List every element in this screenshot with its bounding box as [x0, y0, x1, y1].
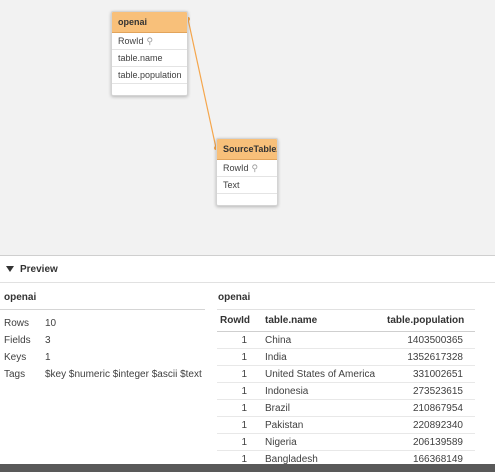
- meta-row-tags: Tags $key $numeric $integer $ascii $text: [4, 369, 202, 380]
- meta-value: 1: [45, 352, 51, 363]
- cell-population: 206139589: [381, 433, 475, 451]
- table-header-row: RowId table.name table.population: [217, 309, 475, 332]
- bottom-toolbar: [0, 464, 495, 472]
- cell-rowid: 1: [217, 399, 260, 417]
- table-field-rowid[interactable]: RowId ⚲: [112, 33, 187, 50]
- cell-rowid: 1: [217, 416, 260, 434]
- cell-population: 1403500365: [381, 331, 475, 349]
- association-link: [186, 17, 218, 150]
- preview-header[interactable]: Preview: [0, 255, 495, 283]
- meta-row-keys: Keys 1: [4, 352, 51, 363]
- meta-label: Keys: [4, 352, 27, 363]
- meta-label: Fields: [4, 335, 31, 346]
- column-header-table-name[interactable]: table.name: [260, 309, 381, 332]
- column-header-rowid[interactable]: RowId: [217, 309, 260, 332]
- field-label: RowId: [118, 36, 144, 46]
- cell-rowid: 1: [217, 331, 260, 349]
- cell-name: Pakistan: [260, 416, 381, 434]
- table-card-title[interactable]: SourceTable2: [217, 139, 277, 160]
- meta-label: Tags: [4, 369, 26, 380]
- table-card-footer: [217, 194, 277, 205]
- meta-row-fields: Fields 3: [4, 335, 51, 346]
- cell-population: 166368149: [381, 450, 475, 464]
- cell-population: 220892340: [381, 416, 475, 434]
- cell-name: Indonesia: [260, 382, 381, 400]
- column-header-table-population[interactable]: table.population: [381, 309, 475, 332]
- table-card-title[interactable]: openai: [112, 12, 187, 33]
- table-field-name[interactable]: table.name: [112, 50, 187, 67]
- cell-name: United States of America: [260, 365, 381, 383]
- cell-population: 331002651: [381, 365, 475, 383]
- table-row: 1 China 1403500365: [217, 331, 475, 349]
- key-icon: ⚲: [146, 36, 154, 46]
- meta-row-rows: Rows 10: [4, 318, 56, 329]
- table-row: 1 India 1352617328: [217, 348, 475, 366]
- table-row: 1 Pakistan 220892340: [217, 416, 475, 434]
- divider: [0, 309, 205, 310]
- cell-rowid: 1: [217, 365, 260, 383]
- data-preview-panel: openai RowId table.name table.population…: [217, 283, 495, 464]
- meta-value: $key $numeric $integer $ascii $text: [45, 369, 202, 380]
- table-row: 1 United States of America 331002651: [217, 365, 475, 383]
- cell-name: Nigeria: [260, 433, 381, 451]
- cell-population: 210867954: [381, 399, 475, 417]
- table-card-sourcetable2[interactable]: SourceTable2 RowId ⚲ Text: [216, 138, 278, 206]
- table-row: 1 Nigeria 206139589: [217, 433, 475, 451]
- cell-rowid: 1: [217, 433, 260, 451]
- preview-title: Preview: [20, 263, 58, 275]
- key-icon: ⚲: [251, 163, 259, 173]
- table-card-openai[interactable]: openai RowId ⚲ table.name table.populatio…: [111, 11, 188, 96]
- table-row: 1 Indonesia 273523615: [217, 382, 475, 400]
- table-row: 1 Brazil 210867954: [217, 399, 475, 417]
- cell-name: Brazil: [260, 399, 381, 417]
- metadata-table-name: openai: [4, 292, 37, 303]
- cell-rowid: 1: [217, 450, 260, 464]
- cell-population: 1352617328: [381, 348, 475, 366]
- cell-name: China: [260, 331, 381, 349]
- cell-name: Bangladesh: [260, 450, 381, 464]
- table-field-text[interactable]: Text: [217, 177, 277, 194]
- cell-rowid: 1: [217, 348, 260, 366]
- collapse-triangle-icon[interactable]: [6, 266, 14, 272]
- meta-label: Rows: [4, 318, 30, 329]
- cell-rowid: 1: [217, 382, 260, 400]
- data-model-canvas[interactable]: openai RowId ⚲ table.name table.populatio…: [0, 0, 495, 255]
- table-metadata-panel: openai Rows 10 Fields 3 Keys 1 Tags $key $nu…: [0, 283, 205, 463]
- table-card-footer: [112, 84, 187, 95]
- meta-value: 10: [45, 318, 57, 329]
- data-table-name: openai: [218, 292, 251, 303]
- data-preview-table: RowId table.name table.population 1 China…: [217, 309, 475, 464]
- field-label: RowId: [223, 163, 249, 173]
- table-row: 1 Bangladesh 166368149: [217, 450, 475, 464]
- cell-name: India: [260, 348, 381, 366]
- cell-population: 273523615: [381, 382, 475, 400]
- meta-value: 3: [45, 335, 51, 346]
- table-field-population[interactable]: table.population: [112, 67, 187, 84]
- table-field-rowid[interactable]: RowId ⚲: [217, 160, 277, 177]
